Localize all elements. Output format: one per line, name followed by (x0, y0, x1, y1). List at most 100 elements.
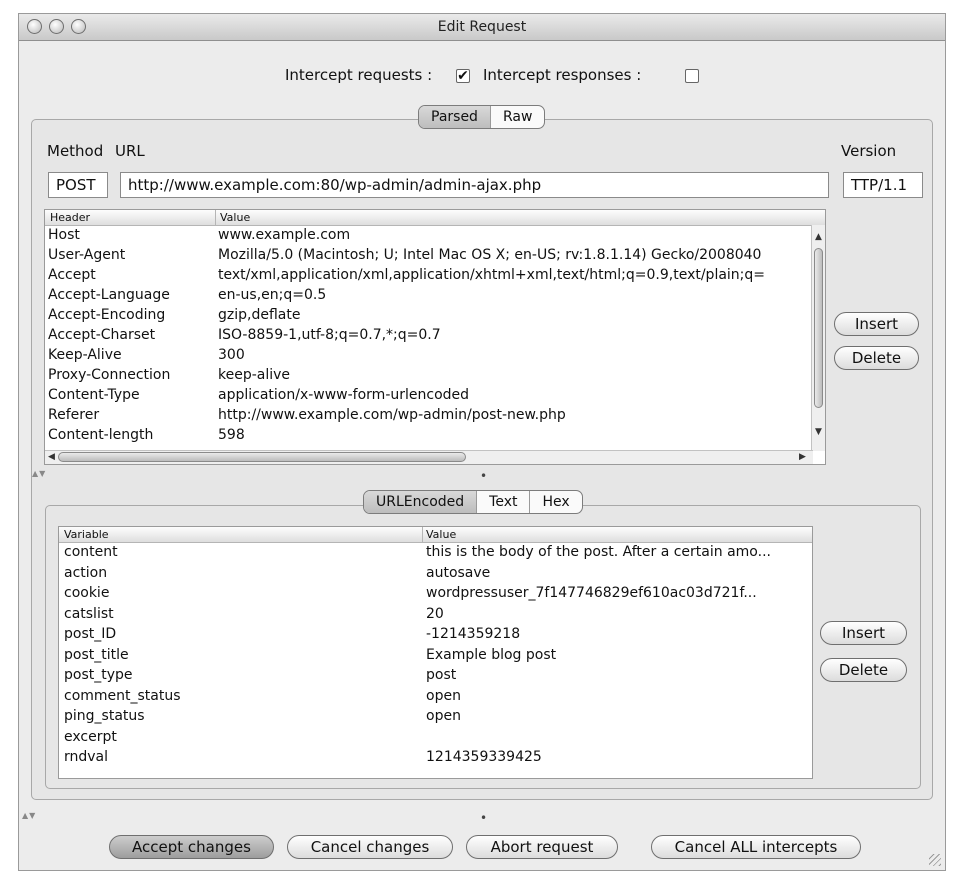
variable-name-cell: rndval (64, 749, 109, 765)
tab-urlencoded[interactable]: URLEncoded (364, 491, 478, 513)
variable-row[interactable]: content this is the body of the post. Aft… (59, 542, 812, 562)
body-value-column-title: Value (426, 528, 457, 541)
window-title: Edit Request (437, 19, 527, 35)
header-name-cell: Content-length (48, 427, 154, 443)
body-view-tabs: URLEncoded Text Hex (363, 490, 583, 514)
variable-value-cell: autosave (426, 564, 491, 581)
variable-name-cell: content (64, 544, 118, 560)
body-table-header: Variable Value (59, 527, 812, 543)
bottom-split-arrows-icon[interactable]: ▲▼ (22, 811, 36, 820)
edit-request-window: Edit Request Intercept requests : ✔ Inte… (18, 13, 946, 871)
variable-name-cell: post_title (64, 646, 129, 663)
variable-value-cell: -1214359218 (426, 626, 521, 642)
variable-name-cell: excerpt (64, 728, 117, 745)
headers-table-header: Header Value (45, 210, 825, 226)
variable-value-cell: open (426, 708, 461, 724)
headers-delete-button[interactable]: Delete (834, 346, 919, 370)
variable-row[interactable]: excerpt (59, 727, 812, 747)
split-pane-handle-icon[interactable]: • (480, 470, 487, 482)
header-row[interactable]: Proxy-Connection keep-alive (45, 365, 825, 385)
headers-insert-button[interactable]: Insert (834, 312, 919, 336)
variable-value-cell: wordpressuser_7f147746829ef610ac03d721f.… (426, 585, 757, 601)
headers-table: Header Value Host www.example.com User-Age… (44, 209, 826, 465)
variable-value-cell: post (426, 667, 457, 683)
headers-horizontal-scroll-thumb[interactable] (58, 452, 466, 462)
headers-vertical-scrollbar[interactable]: ▲ ▼ (811, 225, 825, 451)
header-value-cell: http://www.example.com/wp-admin/post-new… (218, 407, 566, 423)
column-divider (215, 210, 216, 225)
variable-row[interactable]: ping_status open (59, 706, 812, 726)
method-label: Method (47, 142, 104, 160)
variable-row[interactable]: catslist 20 (59, 604, 812, 624)
header-value-cell: 598 (218, 427, 245, 443)
tab-parsed[interactable]: Parsed (419, 106, 491, 128)
header-row[interactable]: Content-length 598 (45, 425, 825, 445)
method-field[interactable]: POST (48, 172, 108, 198)
variable-name-cell: comment_status (64, 687, 181, 704)
variable-column-title: Variable (64, 528, 109, 541)
header-row[interactable]: Referer http://www.example.com/wp-admin/p… (45, 405, 825, 425)
header-row[interactable]: Keep-Alive 300 (45, 345, 825, 365)
header-name-cell: Keep-Alive (48, 347, 122, 363)
intercept-requests-checkbox[interactable]: ✔ (456, 69, 470, 83)
variable-row[interactable]: action autosave (59, 563, 812, 583)
variable-name-cell: post_ID (64, 626, 117, 642)
header-row[interactable]: User-Agent Mozilla/5.0 (Macintosh; U; Int… (45, 245, 825, 265)
variable-row[interactable]: post_ID -1214359218 (59, 624, 812, 644)
tab-raw[interactable]: Raw (491, 106, 544, 128)
body-delete-button[interactable]: Delete (820, 658, 907, 682)
header-row[interactable]: Accept-Language en-us,en;q=0.5 (45, 285, 825, 305)
cancel-changes-button[interactable]: Cancel changes (287, 835, 453, 859)
body-insert-button[interactable]: Insert (820, 621, 907, 645)
headers-horizontal-scrollbar[interactable]: ◀ ▶ (45, 450, 813, 464)
intercept-responses-label: Intercept responses : (483, 66, 642, 84)
url-label: URL (115, 142, 145, 160)
header-value-cell: application/x-www-form-urlencoded (218, 387, 470, 403)
split-pane-arrows-icon[interactable]: ▲▼ (32, 469, 46, 478)
variable-row[interactable]: post_type post (59, 665, 812, 685)
header-column-title: Header (50, 211, 91, 224)
bottom-split-handle-icon[interactable]: • (480, 812, 487, 824)
intercept-responses-checkbox[interactable] (685, 69, 699, 83)
scroll-up-arrow-icon[interactable]: ▲ (815, 232, 822, 242)
version-field[interactable]: TTP/1.1 (843, 172, 923, 198)
variable-row[interactable]: cookie wordpressuser_7f147746829ef610ac03… (59, 583, 812, 603)
variable-row[interactable]: post_title Example blog post (59, 645, 812, 665)
variable-value-cell: 1214359339425 (426, 749, 542, 765)
abort-request-button[interactable]: Abort request (466, 835, 618, 859)
scroll-right-arrow-icon[interactable]: ▶ (799, 452, 806, 462)
header-row[interactable]: Host www.example.com (45, 225, 825, 245)
header-value-cell: ISO-8859-1,utf-8;q=0.7,*;q=0.7 (218, 327, 441, 343)
header-value-cell: keep-alive (218, 367, 291, 383)
scroll-left-arrow-icon[interactable]: ◀ (48, 452, 55, 462)
variable-name-cell: catslist (64, 605, 114, 622)
header-value-cell: Mozilla/5.0 (Macintosh; U; Intel Mac OS … (218, 247, 762, 263)
variable-name-cell: ping_status (64, 708, 145, 724)
variable-row[interactable]: comment_status open (59, 686, 812, 706)
header-name-cell: User-Agent (48, 247, 126, 263)
header-row[interactable]: Accept text/xml,application/xml,applicati… (45, 265, 825, 285)
headers-vertical-scroll-thumb[interactable] (814, 248, 823, 408)
header-value-cell: en-us,en;q=0.5 (218, 287, 327, 303)
tab-text[interactable]: Text (477, 491, 531, 513)
intercept-requests-label: Intercept requests : (285, 66, 433, 84)
variable-value-cell: 20 (426, 605, 444, 622)
version-label: Version (841, 142, 897, 160)
header-name-cell: Referer (48, 407, 100, 423)
header-row[interactable]: Content-Type application/x-www-form-urlen… (45, 385, 825, 405)
cancel-all-intercepts-button[interactable]: Cancel ALL intercepts (651, 835, 861, 859)
url-field[interactable]: http://www.example.com:80/wp-admin/admin… (120, 172, 829, 198)
variable-name-cell: post_type (64, 667, 133, 683)
header-name-cell: Accept-Charset (48, 327, 156, 343)
variable-value-cell: open (426, 687, 461, 704)
header-name-cell: Proxy-Connection (48, 367, 171, 383)
accept-changes-button[interactable]: Accept changes (109, 835, 274, 859)
variable-row[interactable]: rndval 1214359339425 (59, 747, 812, 767)
header-row[interactable]: Accept-Charset ISO-8859-1,utf-8;q=0.7,*;q… (45, 325, 825, 345)
title-bar: Edit Request (19, 14, 945, 41)
scroll-down-arrow-icon[interactable]: ▼ (815, 427, 822, 437)
resize-grip-icon[interactable] (929, 854, 941, 866)
column-divider (422, 527, 423, 542)
header-row[interactable]: Accept-Encoding gzip,deflate (45, 305, 825, 325)
tab-hex[interactable]: Hex (530, 491, 581, 513)
